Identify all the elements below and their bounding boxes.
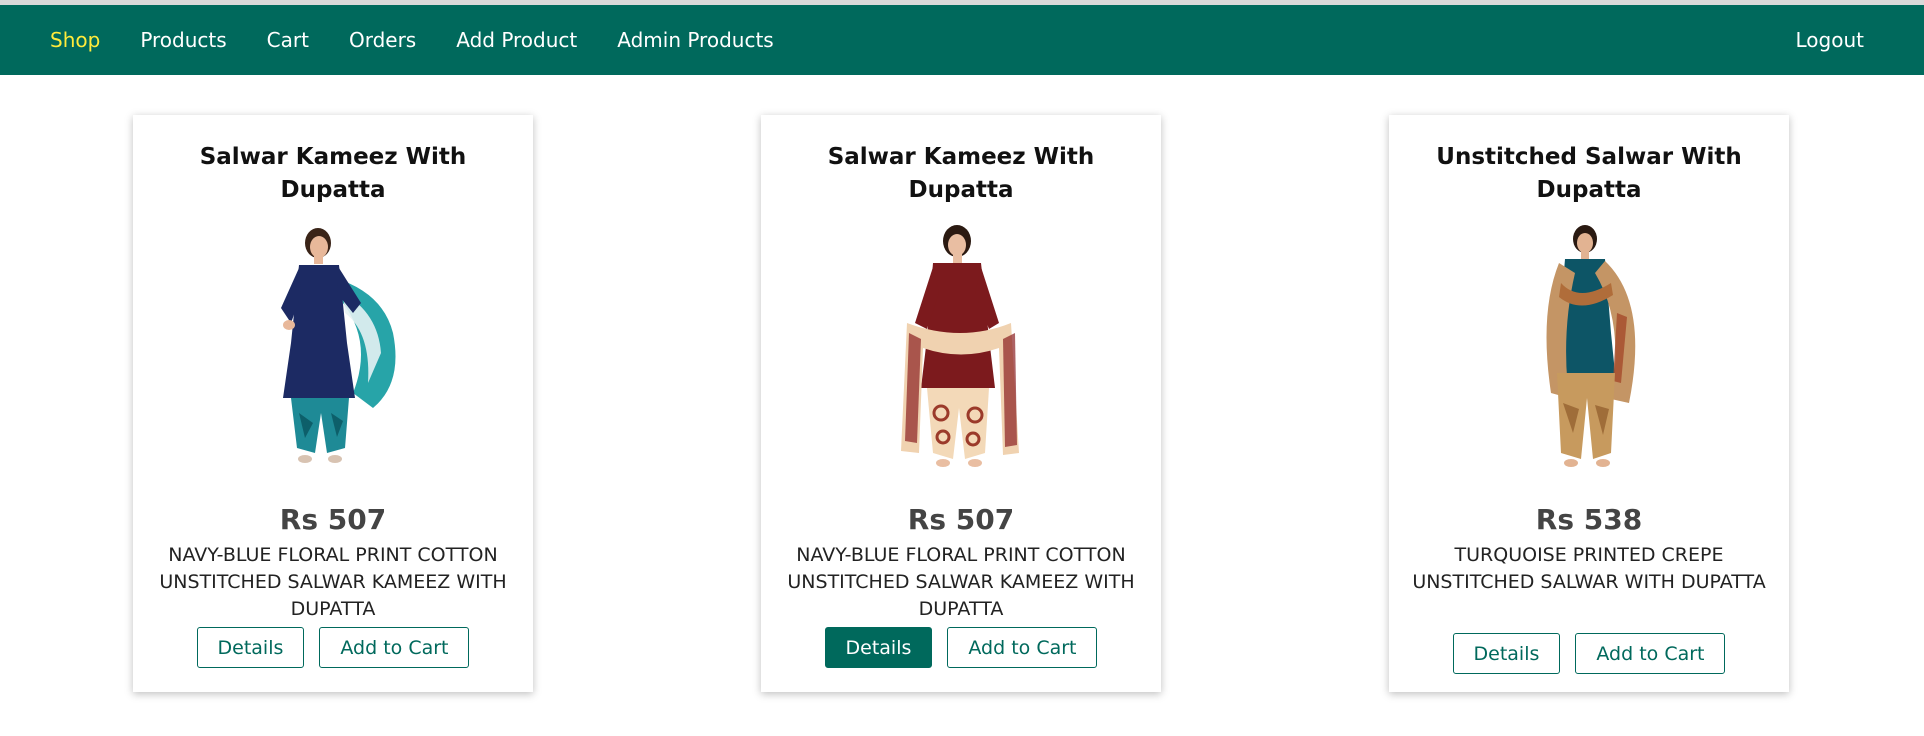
product-actions: Details Add to Cart: [761, 627, 1161, 668]
product-actions: Details Add to Cart: [133, 627, 533, 668]
product-title: Salwar Kameez With Dupatta: [827, 144, 1095, 203]
main-navbar: Shop Products Cart Orders Add Product Ad…: [0, 5, 1924, 75]
product-image: [901, 225, 1019, 467]
add-to-cart-button[interactable]: Add to Cart: [947, 627, 1098, 668]
details-button[interactable]: Details: [824, 627, 933, 668]
details-button[interactable]: Details: [196, 627, 305, 668]
product-description: TURQUOISE PRINTED CREPE UNSTITCHED SALWA…: [1412, 544, 1766, 593]
nav-link-shop[interactable]: Shop: [50, 5, 100, 75]
nav-link-add-product[interactable]: Add Product: [456, 5, 577, 75]
product-description: NAVY-BLUE FLORAL PRINT COTTON UNSTITCHED…: [787, 544, 1135, 620]
product-description: NAVY-BLUE FLORAL PRINT COTTON UNSTITCHED…: [159, 544, 507, 620]
product-price: Rs 507: [907, 503, 1015, 536]
product-title: Salwar Kameez With Dupatta: [199, 144, 467, 203]
add-to-cart-button[interactable]: Add to Cart: [319, 627, 470, 668]
product-image: [1546, 225, 1636, 467]
product-price: Rs 507: [279, 503, 387, 536]
nav-link-products[interactable]: Products: [140, 5, 226, 75]
add-to-cart-button[interactable]: Add to Cart: [1575, 633, 1726, 674]
product-grid: Salwar Kameez With Dupatta Rs 507 NAVY-B…: [0, 75, 1924, 736]
product-card: Salwar Kameez With Dupatta Rs 507 NAVY-B…: [133, 115, 533, 692]
product-title: Unstitched Salwar With Dupatta: [1436, 144, 1742, 203]
nav-link-cart[interactable]: Cart: [267, 5, 309, 75]
product-image: [281, 228, 396, 463]
details-button[interactable]: Details: [1452, 633, 1561, 674]
nav-link-logout[interactable]: Logout: [1796, 5, 1864, 75]
product-price: Rs 538: [1535, 503, 1643, 536]
product-card: Unstitched Salwar With Dupatta Rs 538 TU…: [1389, 115, 1789, 692]
product-card: Salwar Kameez With Dupatta Rs 507 NAVY-B…: [761, 115, 1161, 692]
product-actions: Details Add to Cart: [1389, 633, 1789, 674]
nav-link-orders[interactable]: Orders: [349, 5, 416, 75]
nav-link-admin-products[interactable]: Admin Products: [617, 5, 773, 75]
